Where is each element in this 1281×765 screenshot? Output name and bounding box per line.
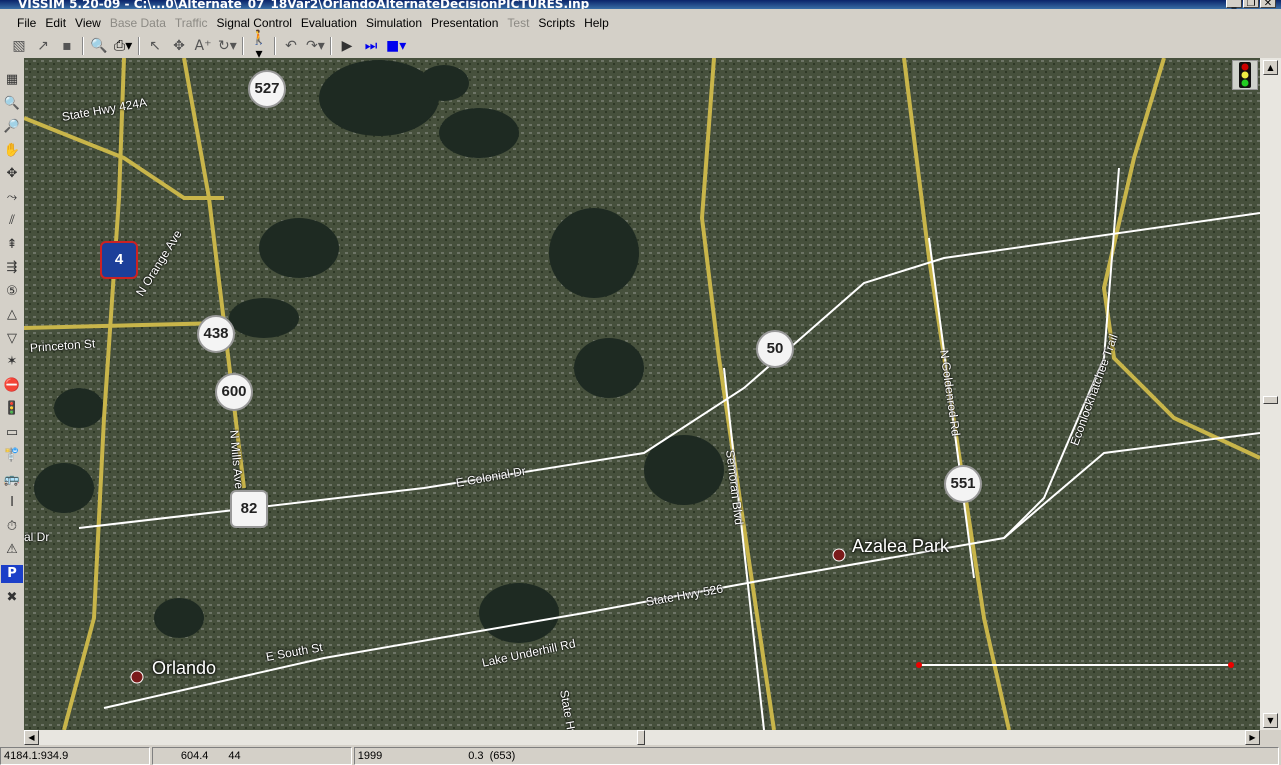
- route-shield: 551: [944, 465, 982, 503]
- menu-presentation[interactable]: Presentation: [428, 13, 501, 33]
- speed-limit-icon[interactable]: ⑤: [1, 280, 23, 304]
- text-size-icon[interactable]: A⁺: [194, 38, 212, 54]
- status-field-2: 604.4 44: [151, 747, 352, 765]
- play-icon[interactable]: ▶: [338, 38, 356, 54]
- scroll-thumb[interactable]: [1263, 396, 1278, 404]
- stop-sign-icon[interactable]: ⛔: [1, 374, 23, 398]
- network-display-icon[interactable]: ▦: [1, 68, 23, 92]
- traffic-light-icon: [1239, 62, 1251, 88]
- close-button[interactable]: ✕: [1260, 0, 1276, 9]
- satellite-imagery: [24, 58, 1260, 730]
- routing-icon[interactable]: ⇶: [1, 256, 23, 280]
- scroll-right-button[interactable]: ▶: [1245, 730, 1260, 745]
- status-field-3: 1999 0.3 (653): [353, 747, 1279, 765]
- status-sim-speed: 0.3 (653): [468, 750, 516, 762]
- measure-point[interactable]: [1228, 662, 1234, 668]
- pan-icon[interactable]: ✋: [1, 139, 23, 163]
- print-icon[interactable]: ⎙▾: [114, 38, 132, 54]
- transit-stop-icon[interactable]: 🚏: [1, 444, 23, 468]
- main-toolbar: ▧ ↗ ▪ 🔍 ⎙▾ ↖ ✥ A⁺ ↻▾ 🚶▾ ↶ ↷▾ ▶ ⏭ ■▾: [0, 30, 1281, 62]
- interstate-shield: 4: [100, 241, 138, 279]
- scroll-up-button[interactable]: ▲: [1263, 60, 1278, 75]
- rotate-view-icon[interactable]: ↻▾: [218, 38, 237, 54]
- route-shield: 438: [197, 315, 235, 353]
- warning-icon[interactable]: ⚠: [1, 538, 23, 562]
- menu-view[interactable]: View: [72, 13, 104, 33]
- rotate-icon[interactable]: ⤳: [1, 186, 23, 210]
- scroll-thumb[interactable]: [637, 730, 645, 745]
- vertical-scrollbar[interactable]: ▲ ▼: [1260, 58, 1281, 730]
- separator: [138, 37, 140, 55]
- menu-file[interactable]: File: [14, 13, 39, 33]
- transit-line-icon[interactable]: 🚌: [1, 468, 23, 492]
- status-sim-time: 1999: [357, 750, 383, 762]
- status-coordinates: 4184.1:934.9: [0, 747, 150, 765]
- separator: [242, 37, 244, 55]
- links-icon[interactable]: ⫽: [1, 209, 23, 233]
- measure-point[interactable]: [916, 662, 922, 668]
- yield-icon[interactable]: ▽: [1, 327, 23, 351]
- conflict-icon[interactable]: ✶: [1, 350, 23, 374]
- left-toolbar: ▦ 🔍 🔎 ✋ ✥ ⤳ ⫽ ⇞ ⇶ ⑤ △ ▽ ✶ ⛔ 🚦 ▭ 🚏 🚌 Ⅰ ⏱ ⚠ P ✖: [0, 68, 24, 609]
- translate-icon[interactable]: ✥: [1, 162, 23, 186]
- vehicle-inputs-icon[interactable]: ⇞: [1, 233, 23, 257]
- window-title: VISSIM 5.20-09 - C:\...0\Alternate_07_18…: [18, 0, 590, 9]
- road-label: al Dr: [24, 530, 50, 544]
- place-label: Orlando: [152, 658, 217, 678]
- route-shield: 600: [215, 373, 253, 411]
- signal-head-icon[interactable]: 🚦: [1, 397, 23, 421]
- new-icon[interactable]: ▧: [10, 38, 28, 54]
- undo-icon[interactable]: ↶: [282, 38, 300, 54]
- menu-scripts[interactable]: Scripts: [535, 13, 578, 33]
- status-value: 44: [228, 750, 241, 762]
- map-background: [24, 58, 1260, 730]
- place-marker: [832, 548, 846, 562]
- restore-button[interactable]: ❐: [1243, 0, 1259, 9]
- travel-time-icon[interactable]: ⏱: [1, 515, 23, 539]
- stop-icon[interactable]: ■▾: [386, 38, 406, 54]
- separator: [82, 37, 84, 55]
- menu-simulation[interactable]: Simulation: [363, 13, 425, 33]
- detector-icon[interactable]: ▭: [1, 421, 23, 445]
- status-bar: 4184.1:934.9 604.4 44 1999 0.3 (653): [0, 747, 1281, 765]
- save-icon[interactable]: ▪: [58, 38, 76, 54]
- status-value: 604.4: [180, 750, 209, 762]
- route-shield: 50: [756, 330, 794, 368]
- print-preview-icon[interactable]: 🔍: [90, 38, 108, 54]
- network-map[interactable]: 527 4 438 600 50 82 551 State Hwy 424A N…: [24, 58, 1260, 730]
- us-route-shield: 82: [230, 490, 268, 528]
- rotate-icon[interactable]: ✥: [170, 38, 188, 54]
- place-marker: [130, 670, 144, 684]
- menu-help[interactable]: Help: [581, 13, 612, 33]
- scroll-down-button[interactable]: ▼: [1263, 713, 1278, 728]
- horizontal-scrollbar[interactable]: ◀ ▶: [24, 730, 1260, 745]
- zoom-out-icon[interactable]: 🔎: [1, 115, 23, 139]
- separator: [274, 37, 276, 55]
- parking-icon[interactable]: P: [1, 564, 23, 583]
- route-shield: 527: [248, 70, 286, 108]
- menu-base-data: Base Data: [109, 16, 166, 30]
- menu-edit[interactable]: Edit: [42, 13, 69, 33]
- select-icon[interactable]: ↖: [146, 38, 164, 54]
- redo-icon[interactable]: ↷▾: [306, 38, 325, 54]
- separator: [330, 37, 332, 55]
- single-step-icon[interactable]: ⏭: [362, 38, 380, 54]
- minimize-button[interactable]: _: [1226, 0, 1242, 9]
- priority-rule-icon[interactable]: △: [1, 303, 23, 327]
- zoom-in-icon[interactable]: 🔍: [1, 92, 23, 116]
- cross-icon[interactable]: ✖: [1, 586, 23, 610]
- node-icon[interactable]: Ⅰ: [1, 491, 23, 515]
- open-icon[interactable]: ↗: [34, 38, 52, 54]
- menu-test: Test: [507, 16, 530, 30]
- place-label: Azalea Park: [852, 536, 950, 556]
- scroll-left-button[interactable]: ◀: [24, 730, 39, 745]
- menu-evaluation[interactable]: Evaluation: [298, 13, 360, 33]
- signal-control-icon[interactable]: [1232, 60, 1258, 90]
- menu-traffic: Traffic: [174, 16, 208, 30]
- title-bar: VISSIM 5.20-09 - C:\...0\Alternate_07_18…: [0, 0, 1281, 9]
- menu-bar: File Edit View Base Data Traffic Signal Contr…: [0, 13, 1281, 33]
